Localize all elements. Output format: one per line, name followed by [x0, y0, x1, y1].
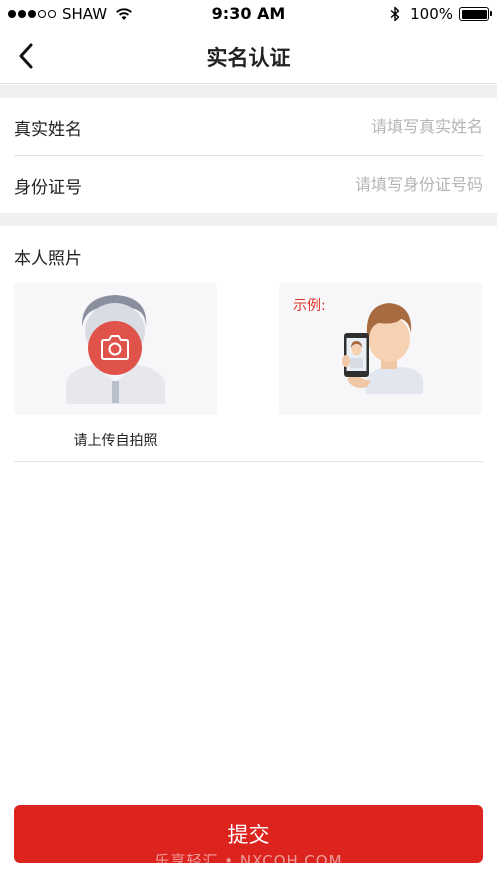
battery-icon [459, 7, 492, 21]
upload-caption: 请上传自拍照 [73, 433, 158, 449]
nav-bar: 实名认证 [0, 28, 497, 84]
submit-label: 提交 [227, 823, 270, 847]
name-label: 真实姓名 [14, 120, 82, 140]
avatar-placeholder-icon [66, 295, 165, 404]
example-label: 示例: [293, 298, 326, 314]
id-number-input[interactable] [223, 170, 483, 198]
battery-percent: 100% [410, 5, 453, 23]
bluetooth-icon [390, 6, 400, 22]
photo-section: 本人照片 示例: 请上传自拍照 [0, 226, 497, 466]
photo-section-title: 本人照片 [14, 249, 82, 269]
status-right: 100% [390, 5, 492, 23]
watermark: 乐享轻汇 • NXCOH.COM [154, 852, 343, 870]
name-row: 真实姓名 [0, 98, 497, 155]
id-number-label: 身份证号 [14, 178, 82, 198]
selfie-upload-card[interactable] [14, 283, 217, 415]
name-input[interactable] [223, 112, 483, 140]
example-card: 示例: [279, 283, 482, 415]
section-divider [14, 461, 483, 462]
section-gap [0, 85, 497, 98]
section-gap [0, 213, 497, 226]
id-number-row: 身份证号 [0, 156, 497, 213]
status-bar: SHAW 9:30 AM 100% [0, 0, 497, 28]
page-title: 实名认证 [206, 46, 291, 70]
